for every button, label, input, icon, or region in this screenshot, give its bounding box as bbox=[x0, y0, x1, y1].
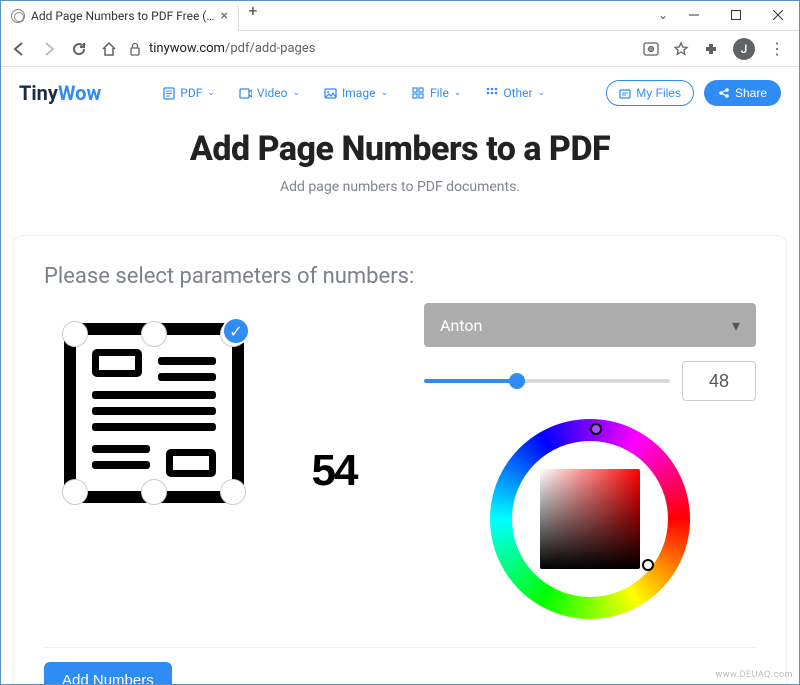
reload-icon bbox=[71, 41, 87, 57]
nav-pdf[interactable]: PDF⌄ bbox=[162, 86, 215, 100]
tab-overflow-icon[interactable]: ⌄ bbox=[653, 1, 673, 29]
install-app-icon[interactable] bbox=[643, 41, 659, 57]
image-icon bbox=[324, 87, 337, 100]
extensions-icon[interactable] bbox=[703, 41, 719, 57]
menu-button[interactable]: ⋮ bbox=[769, 39, 785, 58]
position-bottom-center[interactable] bbox=[141, 479, 167, 505]
font-size-slider[interactable] bbox=[424, 371, 670, 391]
parameters-card: Please select parameters of numbers: bbox=[13, 235, 787, 684]
window-maximize-button[interactable] bbox=[715, 1, 757, 29]
close-icon bbox=[773, 10, 783, 20]
reload-button[interactable] bbox=[69, 39, 89, 59]
page-title: Add Page Numbers to a PDF bbox=[21, 129, 779, 169]
document-icon bbox=[162, 87, 175, 100]
font-select-value: Anton bbox=[440, 316, 482, 335]
share-button[interactable]: Share bbox=[704, 80, 781, 106]
window-minimize-button[interactable] bbox=[673, 1, 715, 29]
position-bottom-right[interactable] bbox=[220, 479, 246, 505]
watermark-text: www.DEUAQ.com bbox=[715, 670, 793, 680]
chevron-down-icon: ▾ bbox=[732, 316, 740, 335]
close-tab-icon[interactable]: × bbox=[220, 8, 227, 24]
grid-icon bbox=[412, 87, 425, 100]
browser-toolbar: tinywow.com/pdf/add-pages J ⋮ bbox=[1, 31, 799, 67]
site-header: TinyWow PDF⌄ Video⌄ Image⌄ File⌄ bbox=[1, 67, 799, 119]
video-icon bbox=[239, 87, 252, 100]
chevron-down-icon: ⌄ bbox=[380, 88, 388, 98]
chevron-down-icon: ⌄ bbox=[454, 88, 462, 98]
address-bar[interactable]: tinywow.com/pdf/add-pages bbox=[129, 41, 627, 56]
new-tab-button[interactable]: + bbox=[239, 1, 267, 20]
profile-avatar[interactable]: J bbox=[733, 38, 755, 60]
color-picker[interactable] bbox=[490, 419, 690, 619]
position-bottom-left[interactable] bbox=[62, 479, 88, 505]
url-text: tinywow.com/pdf/add-pages bbox=[149, 41, 315, 56]
window-close-button[interactable] bbox=[757, 1, 799, 29]
folder-icon bbox=[619, 88, 631, 99]
tab-title: Add Page Numbers to PDF Free (… bbox=[31, 9, 214, 23]
bookmark-icon[interactable] bbox=[673, 41, 689, 57]
position-top-left[interactable] bbox=[62, 321, 88, 347]
chevron-down-icon: ⌄ bbox=[538, 88, 546, 98]
sample-number-preview: 54 bbox=[312, 446, 357, 496]
add-numbers-button[interactable]: Add Numbers bbox=[44, 662, 172, 684]
arrow-left-icon bbox=[11, 41, 27, 57]
minimize-icon bbox=[689, 10, 699, 20]
site-logo[interactable]: TinyWow bbox=[19, 81, 101, 105]
font-size-input[interactable] bbox=[682, 361, 756, 401]
home-icon bbox=[101, 41, 117, 57]
browser-tab[interactable]: Add Page Numbers to PDF Free (… × bbox=[1, 1, 239, 31]
font-select[interactable]: Anton ▾ bbox=[424, 303, 756, 347]
position-top-center[interactable] bbox=[141, 321, 167, 347]
document-icon bbox=[64, 323, 244, 503]
nav-file[interactable]: File⌄ bbox=[412, 86, 461, 100]
lock-icon bbox=[129, 42, 141, 56]
nav-image[interactable]: Image⌄ bbox=[324, 86, 388, 100]
hue-handle[interactable] bbox=[590, 423, 602, 435]
globe-icon bbox=[11, 9, 25, 23]
my-files-button[interactable]: My Files bbox=[606, 80, 694, 106]
chevron-down-icon: ⌄ bbox=[207, 88, 215, 98]
share-icon bbox=[718, 87, 730, 99]
arrow-right-icon bbox=[41, 41, 57, 57]
home-button[interactable] bbox=[99, 39, 119, 59]
slider-thumb[interactable] bbox=[509, 373, 525, 389]
saturation-value-box[interactable] bbox=[540, 469, 640, 569]
position-picker[interactable]: ✓ bbox=[64, 323, 244, 503]
chevron-down-icon: ⌄ bbox=[292, 88, 300, 98]
forward-button[interactable] bbox=[39, 39, 59, 59]
nav-other[interactable]: Other⌄ bbox=[485, 86, 545, 100]
nav-video[interactable]: Video⌄ bbox=[239, 86, 300, 100]
selected-position-check-icon: ✓ bbox=[222, 317, 250, 345]
sv-handle[interactable] bbox=[642, 559, 654, 571]
window-titlebar: Add Page Numbers to PDF Free (… × + ⌄ bbox=[1, 1, 799, 31]
dots-icon bbox=[485, 87, 498, 100]
parameters-prompt: Please select parameters of numbers: bbox=[44, 264, 756, 289]
back-button[interactable] bbox=[9, 39, 29, 59]
page-subtitle: Add page numbers to PDF documents. bbox=[21, 179, 779, 195]
maximize-icon bbox=[731, 10, 741, 20]
